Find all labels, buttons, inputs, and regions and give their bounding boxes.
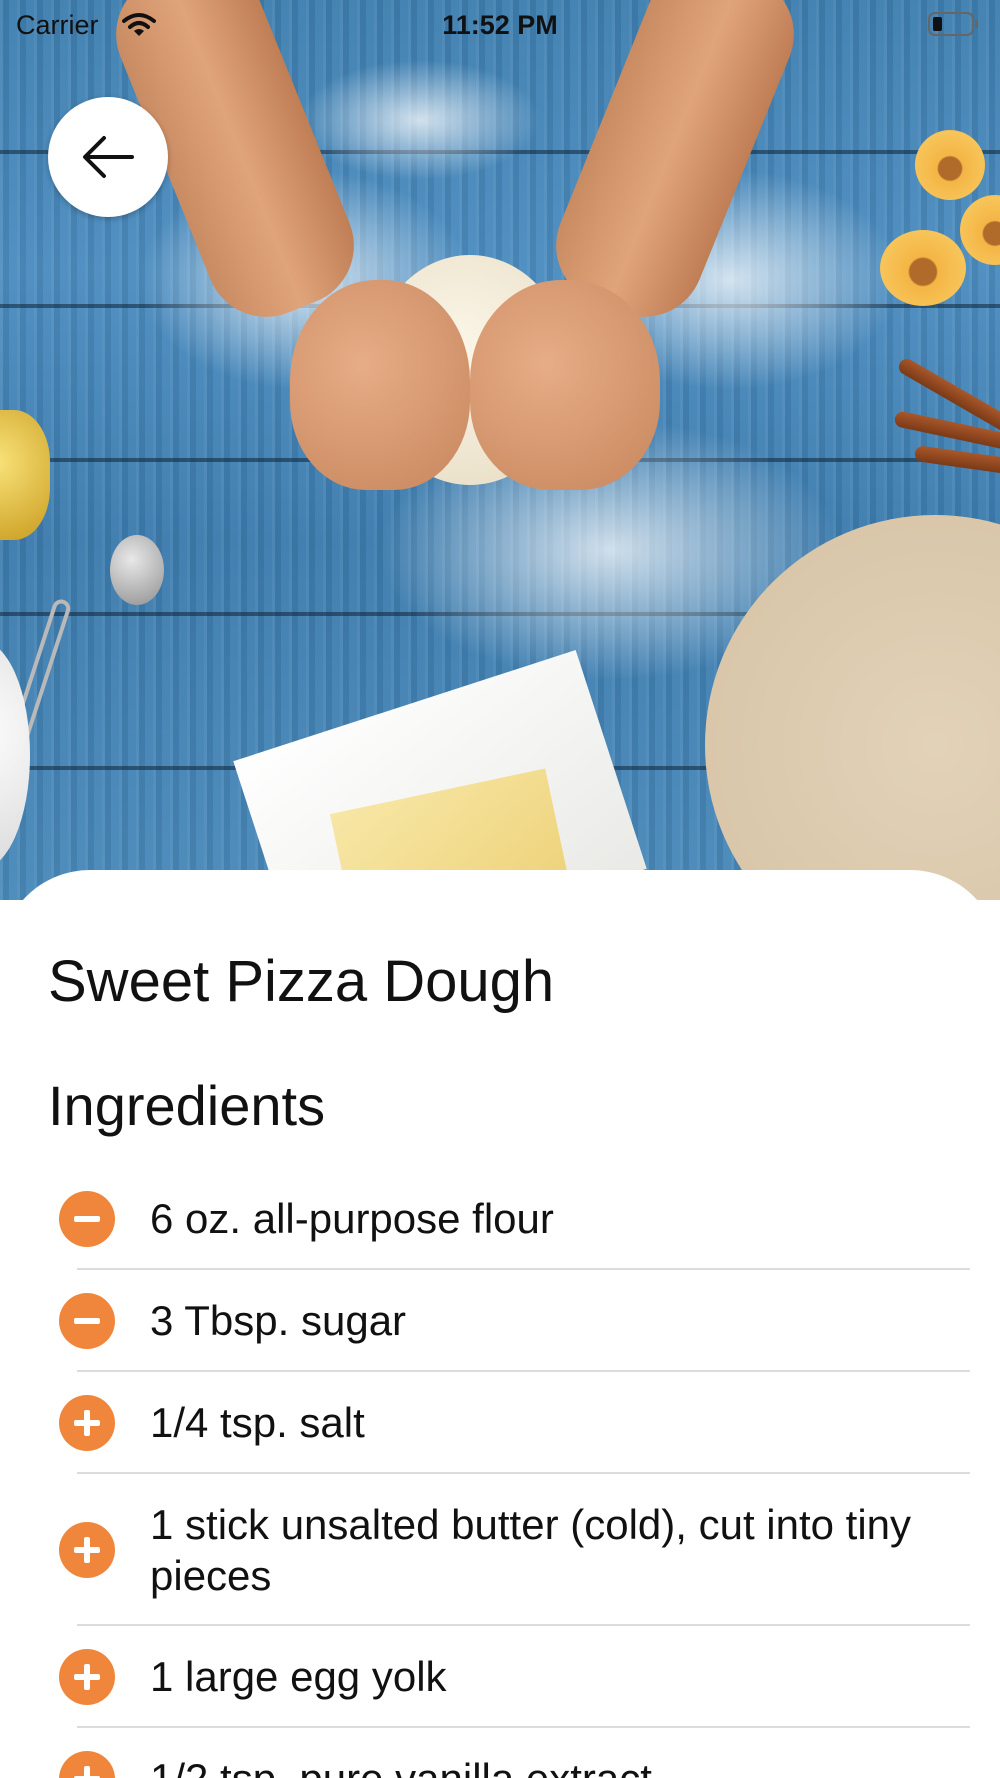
- remove-ingredient-button[interactable]: [59, 1191, 115, 1247]
- flour-dust: [300, 60, 540, 180]
- egg: [0, 640, 30, 870]
- ingredient-text: 1 large egg yolk: [150, 1653, 447, 1700]
- apricot-half: [960, 195, 1000, 265]
- ingredient-row: 1 stick unsalted butter (cold), cut into…: [0, 1474, 1000, 1626]
- apricot-half: [915, 130, 985, 200]
- add-ingredient-button[interactable]: [59, 1395, 115, 1451]
- status-bar: Carrier 11:52 PM: [0, 0, 1000, 52]
- add-ingredient-button[interactable]: [59, 1522, 115, 1578]
- plus-icon-stroke: [84, 1537, 90, 1563]
- add-ingredient-button[interactable]: [59, 1649, 115, 1705]
- right-hand: [470, 280, 660, 490]
- add-ingredient-button[interactable]: [59, 1751, 115, 1778]
- tea-strainer: [110, 535, 164, 605]
- cinnamon-stick: [913, 445, 1000, 484]
- arrow-left-icon: [83, 136, 134, 178]
- remove-ingredient-button[interactable]: [59, 1293, 115, 1349]
- ingredient-row: 1/4 tsp. salt: [0, 1372, 1000, 1474]
- clock-time: 11:52 PM: [442, 10, 558, 40]
- ingredient-text: 3 Tbsp. sugar: [150, 1297, 407, 1344]
- ingredient-row: 3 Tbsp. sugar: [0, 1270, 1000, 1372]
- plus-icon-stroke: [84, 1766, 90, 1778]
- recipe-title: Sweet Pizza Dough: [48, 949, 555, 1014]
- oil-bottle: [0, 410, 50, 540]
- ingredient-text: 6 oz. all-purpose flour: [150, 1195, 554, 1242]
- ingredient-text: 1/2 tsp. pure vanilla extract: [150, 1753, 960, 1778]
- ingredient-text: 1 stick unsalted butter (cold), cut into…: [150, 1501, 912, 1599]
- minus-icon: [74, 1318, 100, 1324]
- plus-icon-stroke: [84, 1664, 90, 1690]
- ingredient-list: 6 oz. all-purpose flour 3 Tbsp. sugar 1/…: [0, 1168, 1000, 1778]
- ingredient-text: 1/4 tsp. salt: [150, 1399, 365, 1446]
- recipe-sheet: Sweet Pizza Dough Ingredients 6 oz. all-…: [0, 870, 1000, 1778]
- left-hand: [290, 280, 470, 490]
- apricot-half: [880, 230, 966, 306]
- battery-icon: [928, 12, 978, 36]
- ingredient-row: 6 oz. all-purpose flour: [0, 1168, 1000, 1270]
- ingredient-row: 1 large egg yolk: [0, 1626, 1000, 1728]
- back-button[interactable]: [48, 97, 168, 217]
- plus-icon-stroke: [84, 1410, 90, 1436]
- minus-icon: [74, 1216, 100, 1222]
- ingredient-row: 1/2 tsp. pure vanilla extract: [0, 1728, 1000, 1778]
- ingredients-heading: Ingredients: [48, 1074, 326, 1137]
